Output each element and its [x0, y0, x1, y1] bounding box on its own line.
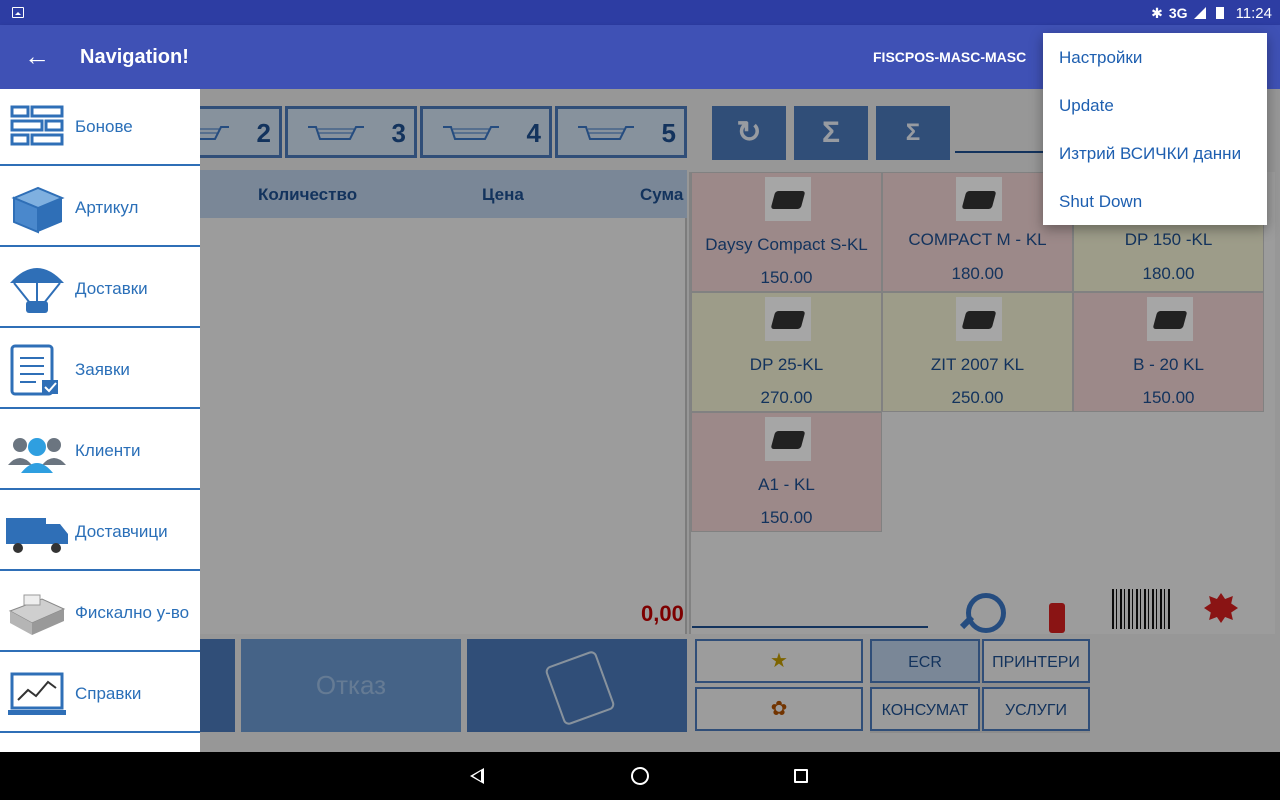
drawer-item-reports[interactable]: Справки — [0, 656, 200, 733]
nav-back-icon[interactable] — [470, 768, 484, 784]
drawer-item-label: Доставчици — [75, 522, 168, 541]
parachute-icon — [10, 268, 64, 313]
drawer-item-label: Бонове — [75, 117, 133, 136]
drawer-item-suppliers[interactable]: Доставчици — [0, 494, 200, 571]
drawer-item-receipts[interactable]: Бонове — [0, 89, 200, 166]
drawer-item-fiscal-device[interactable]: Фискално у-во — [0, 575, 200, 652]
drawer-item-articles[interactable]: Артикул — [0, 170, 200, 247]
clients-icon — [8, 438, 66, 473]
clipboard-icon — [10, 344, 58, 396]
drawer-item-label: Артикул — [75, 198, 139, 217]
menu-item-update[interactable]: Update — [1059, 96, 1114, 116]
toolbar-title: Navigation! — [80, 46, 189, 68]
chart-laptop-icon — [8, 672, 66, 715]
device-name: FISCPOS-MASC-MASC — [873, 49, 1027, 65]
status-bar: ✱ 3G 11:24 — [0, 0, 1280, 25]
box-icon — [11, 186, 65, 234]
navigation-drawer: Бонове Артикул Доставки Заявки Клиенти Д… — [0, 89, 200, 752]
drawer-item-label: Справки — [75, 684, 142, 703]
drawer-item-clients[interactable]: Клиенти — [0, 413, 200, 490]
menu-item-settings[interactable]: Настройки — [1059, 48, 1142, 68]
bluetooth-icon: ✱ — [1151, 4, 1163, 21]
drawer-item-label: Фискално у-во — [75, 603, 190, 622]
screen: ✱ 3G 11:24 ← Navigation! FISCPOS-MASC-MA… — [0, 0, 1280, 800]
arrow-back-icon[interactable]: ← — [24, 43, 50, 69]
system-nav-bar — [0, 752, 1280, 800]
battery-icon — [1215, 7, 1224, 19]
clock: 11:24 — [1235, 4, 1272, 22]
fiscal-printer-icon — [8, 594, 66, 635]
network-type: 3G — [1168, 5, 1188, 21]
truck-icon — [6, 518, 68, 553]
menu-item-shut-down[interactable]: Shut Down — [1059, 192, 1142, 212]
signal-icon — [1193, 7, 1206, 19]
receipts-icon — [10, 105, 64, 146]
drawer-item-orders[interactable]: Заявки — [0, 332, 200, 409]
drawer-item-label: Клиенти — [75, 441, 141, 460]
overflow-menu: Настройки Update Изтрий ВСИЧКИ данни Shu… — [1043, 33, 1267, 225]
drawer-item-label: Доставки — [75, 279, 148, 298]
status-right: ✱ 3G 11:24 — [1151, 3, 1272, 23]
image-notification-icon — [12, 7, 24, 18]
nav-home-icon[interactable] — [631, 767, 649, 785]
drawer-item-label: Заявки — [75, 360, 130, 379]
nav-recents-icon[interactable] — [794, 769, 808, 783]
drawer-item-deliveries[interactable]: Доставки — [0, 251, 200, 328]
menu-item-delete-all-data[interactable]: Изтрий ВСИЧКИ данни — [1059, 144, 1241, 164]
